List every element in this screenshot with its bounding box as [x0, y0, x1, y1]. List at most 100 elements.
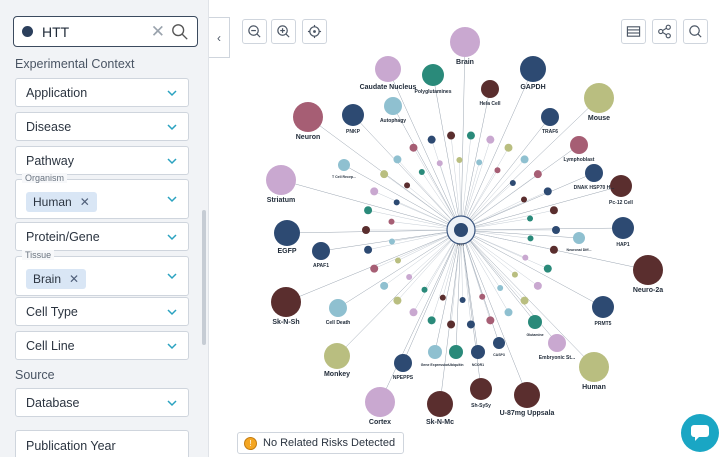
small-graph-node[interactable] — [404, 182, 411, 189]
graph-node-circle[interactable] — [612, 217, 634, 239]
risk-status-badge[interactable]: ! No Related Risks Detected — [237, 432, 405, 454]
graph-node-circle[interactable] — [384, 97, 402, 115]
graph-node[interactable]: Sh-Sy5y — [470, 378, 492, 409]
small-graph-node[interactable] — [466, 320, 475, 329]
graph-node[interactable]: APAF1 — [312, 242, 330, 269]
graph-node[interactable]: Brain — [450, 27, 480, 66]
graph-node-circle[interactable] — [312, 242, 330, 260]
small-graph-node[interactable] — [543, 187, 552, 196]
graph-node[interactable]: Glutamine — [526, 315, 544, 337]
small-graph-node[interactable] — [527, 235, 534, 242]
small-graph-node[interactable] — [504, 143, 513, 152]
graph-node[interactable]: Cortex — [365, 387, 395, 426]
small-graph-node[interactable] — [511, 271, 518, 278]
graph-node-circle[interactable] — [573, 232, 585, 244]
graph-node-circle[interactable] — [365, 387, 395, 417]
small-graph-node[interactable] — [479, 293, 486, 300]
graph-node-circle[interactable] — [520, 56, 546, 82]
graph-node-circle[interactable] — [293, 102, 323, 132]
graph-node[interactable]: Human — [579, 352, 609, 391]
small-graph-node[interactable] — [476, 159, 483, 166]
small-graph-node[interactable] — [497, 285, 504, 292]
disease-dropdown[interactable]: Disease — [15, 112, 189, 141]
graph-node-circle[interactable] — [579, 352, 609, 382]
graph-node-circle[interactable] — [324, 343, 350, 369]
small-graph-node[interactable] — [409, 308, 418, 317]
graph-node[interactable]: Gene Expression — [421, 345, 450, 367]
graph-node[interactable]: Mouse — [584, 83, 614, 122]
graph-node[interactable]: T Cell Recep... — [332, 159, 356, 179]
graph-node-circle[interactable] — [481, 80, 499, 98]
graph-node[interactable]: Striatum — [266, 165, 296, 204]
collapse-sidebar-button[interactable]: ‹ — [209, 17, 230, 58]
small-graph-node[interactable] — [370, 187, 379, 196]
graph-node-circle[interactable] — [450, 27, 480, 57]
graph-node[interactable]: EGFP — [274, 220, 300, 255]
graph-node[interactable]: Lymphoblast — [564, 136, 595, 163]
cell-type-dropdown[interactable]: Cell Type — [15, 297, 189, 326]
graph-node-circle[interactable] — [570, 136, 588, 154]
cell-line-dropdown[interactable]: Cell Line — [15, 331, 189, 360]
small-graph-node[interactable] — [549, 245, 558, 254]
small-graph-node[interactable] — [549, 206, 558, 215]
remove-chip-icon[interactable]: ✕ — [80, 195, 90, 209]
graph-node-circle[interactable] — [375, 56, 401, 82]
graph-node-circle[interactable] — [338, 159, 350, 171]
graph-node[interactable]: Sk-N-Mc — [426, 391, 454, 426]
graph-node-circle[interactable] — [427, 391, 453, 417]
small-graph-node[interactable] — [427, 316, 436, 325]
graph-node[interactable]: Hela Cell — [479, 80, 501, 107]
graph-node[interactable]: CASP3 — [493, 337, 505, 357]
graph-node-circle[interactable] — [585, 164, 603, 182]
graph-node[interactable]: U-87mg Uppsala — [500, 382, 555, 417]
graph-node-circle[interactable] — [471, 345, 485, 359]
sidebar-scrollbar[interactable] — [202, 210, 206, 345]
small-graph-node[interactable] — [447, 320, 456, 329]
small-graph-node[interactable] — [533, 170, 542, 179]
graph-node[interactable]: Polyglutamines — [415, 64, 452, 95]
graph-node-circle[interactable] — [428, 345, 442, 359]
small-graph-node[interactable] — [380, 281, 389, 290]
small-graph-node[interactable] — [494, 167, 501, 174]
small-graph-node[interactable] — [370, 264, 379, 273]
graph-node[interactable]: PRMT5 — [592, 296, 614, 327]
small-graph-node[interactable] — [533, 281, 542, 290]
application-dropdown[interactable]: Application — [15, 78, 189, 107]
small-graph-node[interactable] — [520, 155, 529, 164]
graph-node[interactable]: Ubiquitin — [448, 345, 464, 367]
graph-node-circle[interactable] — [548, 334, 566, 352]
graph-node-circle[interactable] — [470, 378, 492, 400]
remove-chip-icon[interactable]: ✕ — [69, 272, 79, 286]
search-box[interactable]: HTT ✕ — [13, 16, 198, 47]
graph-node[interactable]: DNAK HSP70 H... — [574, 164, 615, 191]
graph-node-circle[interactable] — [514, 382, 540, 408]
clear-icon[interactable]: ✕ — [151, 22, 165, 42]
pathway-dropdown[interactable]: Pathway — [15, 146, 189, 175]
small-graph-node[interactable] — [509, 179, 516, 186]
small-graph-node[interactable] — [393, 296, 402, 305]
small-graph-node[interactable] — [388, 218, 395, 225]
graph-node-circle[interactable] — [266, 165, 296, 195]
small-graph-node[interactable] — [380, 170, 389, 179]
small-graph-node[interactable] — [436, 160, 443, 167]
small-graph-node[interactable] — [552, 226, 560, 234]
graph-node-circle[interactable] — [271, 287, 301, 317]
small-graph-node[interactable] — [520, 196, 527, 203]
organism-dropdown[interactable]: Organism Human ✕ — [15, 173, 189, 219]
small-graph-node[interactable] — [362, 226, 370, 234]
graph-node[interactable]: Neuron — [293, 102, 323, 141]
small-graph-node[interactable] — [527, 215, 534, 222]
graph-node[interactable]: HAP1 — [612, 217, 634, 248]
graph-node[interactable]: NPEPPS — [393, 354, 414, 381]
small-graph-node[interactable] — [439, 294, 446, 301]
database-dropdown[interactable]: Database — [15, 388, 189, 417]
graph-node[interactable]: NCOR1 — [471, 345, 485, 367]
graph-node-circle[interactable] — [493, 337, 505, 349]
small-graph-node[interactable] — [522, 254, 529, 261]
graph-node-circle[interactable] — [329, 299, 347, 317]
small-graph-node[interactable] — [427, 135, 436, 144]
small-graph-node[interactable] — [456, 157, 463, 164]
graph-node[interactable]: Caudate Nucleus — [360, 56, 417, 91]
graph-node-circle[interactable] — [394, 354, 412, 372]
graph-node[interactable]: Neuro-2a — [633, 255, 663, 294]
